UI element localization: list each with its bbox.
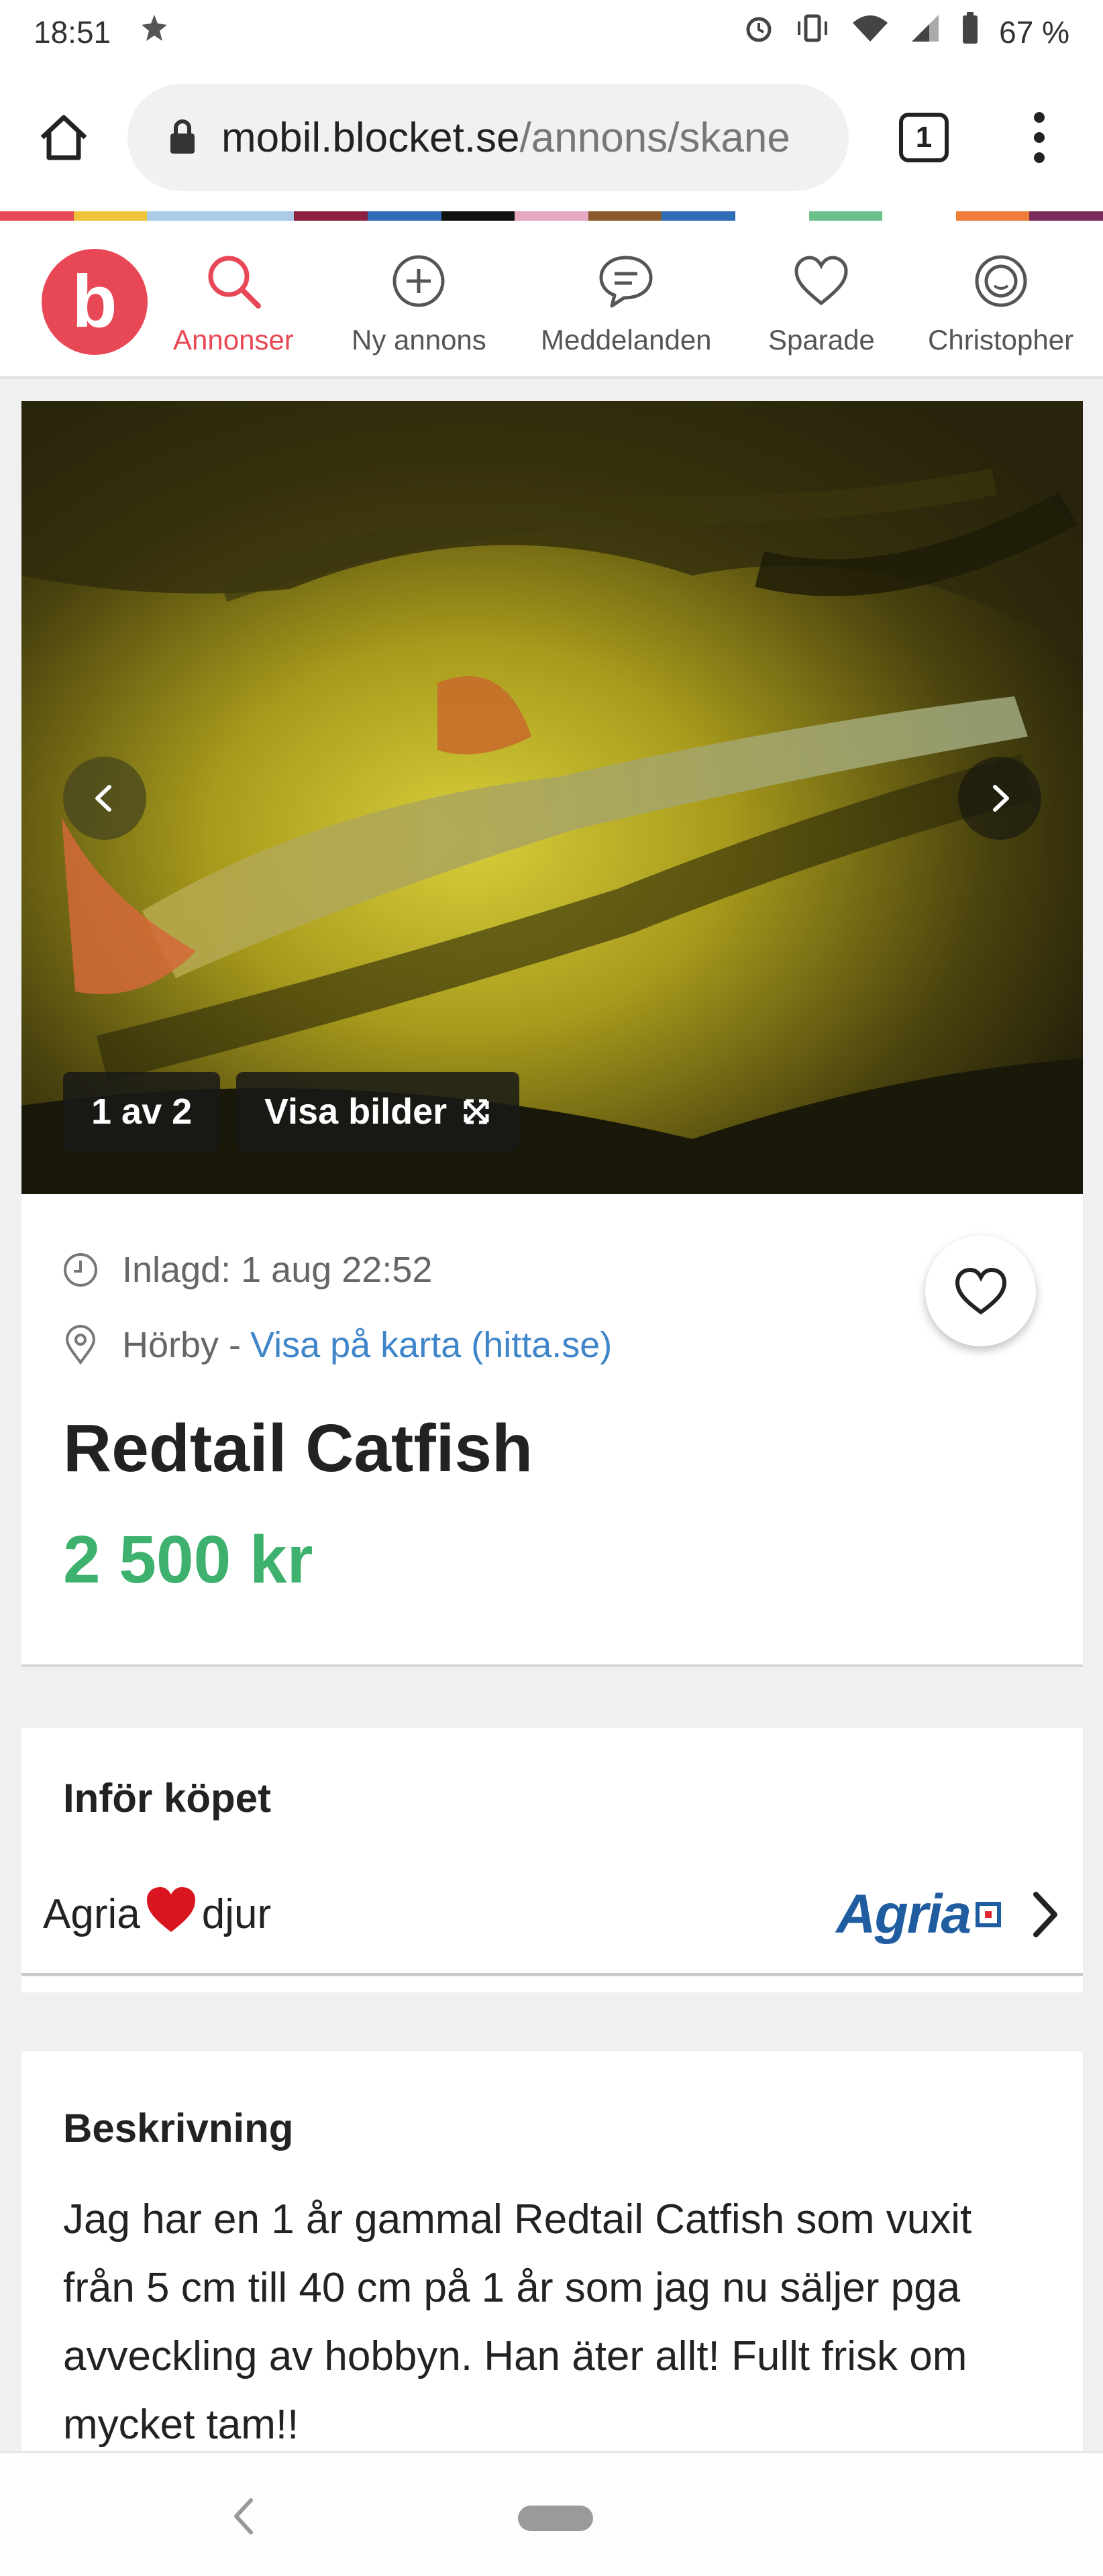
status-icons: 67 % (743, 11, 1069, 52)
map-link[interactable]: Visa på karta (hitta.se) (250, 1324, 612, 1366)
app-navigation: b Annonser Ny annons Meddelanden Sparade (0, 221, 1103, 379)
ad-title: Redtail Catfish (63, 1411, 533, 1486)
nav-item-profile[interactable]: Christopher (928, 248, 1073, 356)
vibrate-icon (794, 12, 831, 52)
browser-menu-button[interactable] (1029, 112, 1049, 163)
profile-icon (971, 248, 1031, 315)
posted-row: Inlagd: 1 aug 22:52 (62, 1249, 432, 1291)
alarm-icon (743, 12, 775, 52)
nav-item-sparade[interactable]: Sparade (768, 248, 875, 356)
stripe-segment (735, 211, 809, 221)
nav-label: Annonser (173, 324, 294, 356)
stripe-segment (955, 211, 1030, 221)
home-button[interactable] (34, 107, 94, 168)
show-images-button[interactable]: Visa bilder (236, 1072, 520, 1151)
agria-text: Agria djur (43, 1885, 271, 1943)
tab-switcher-button[interactable]: 1 (899, 113, 949, 162)
signal-icon (909, 12, 941, 52)
url-bar[interactable]: mobil.blocket.se/annons/skane (127, 84, 849, 191)
stripe-segment (515, 211, 588, 221)
chevron-right-icon (1028, 1889, 1061, 1940)
lock-icon (168, 119, 197, 156)
nav-label: Ny annons (352, 324, 486, 356)
browser-toolbar: mobil.blocket.se/annons/skane 1 (0, 64, 1103, 211)
agria-logo: Agria (836, 1883, 1001, 1946)
description-text: Jag har en 1 år gammal Redtail Catfish s… (63, 2196, 972, 2448)
plus-circle-icon (390, 248, 448, 315)
search-icon (203, 248, 264, 315)
system-navigation-bar (0, 2451, 1103, 2576)
gallery-prev-button[interactable] (63, 757, 146, 840)
image-counter: 1 av 2 (63, 1072, 221, 1151)
posted-date: Inlagd: 1 aug 22:52 (122, 1250, 433, 1290)
ad-price: 2 500 kr (63, 1522, 313, 1597)
stripe-segment (73, 211, 148, 221)
status-time: 18:51 (34, 14, 111, 50)
agria-insurance-row[interactable]: Agria djur Agria (21, 1856, 1083, 1976)
wifi-icon (850, 12, 890, 52)
location-pin-icon (62, 1325, 109, 1365)
nav-item-meddelanden[interactable]: Meddelanden (541, 248, 712, 356)
tab-count: 1 (915, 121, 933, 154)
expand-icon (462, 1097, 491, 1126)
ad-info-card: Inlagd: 1 aug 22:52 Hörby - Visa på kart… (21, 1194, 1083, 1667)
stripe-segment (147, 211, 221, 221)
heart-icon (791, 248, 851, 315)
before-purchase-title: Inför köpet (63, 1776, 271, 1821)
url-domain: mobil.blocket.se (221, 114, 520, 161)
heart-icon (955, 1267, 1006, 1315)
system-home-button[interactable] (518, 2506, 593, 2531)
description-title: Beskrivning (63, 2106, 294, 2151)
chevron-right-icon (993, 785, 1009, 812)
nav-item-ny-annons[interactable]: Ny annons (352, 248, 486, 356)
stripe-segment (294, 211, 368, 221)
stripe-segment (588, 211, 662, 221)
url-path: /annons/skane (519, 114, 790, 161)
stripe-segment (441, 211, 515, 221)
gallery-next-button[interactable] (958, 757, 1041, 840)
brand-color-stripe (0, 211, 1103, 221)
save-ad-button[interactable] (925, 1236, 1036, 1346)
stripe-segment (1029, 211, 1103, 221)
page: 18:51 67 % mobil.blocket.se /annons/skan… (0, 0, 1103, 2576)
battery-icon (960, 11, 980, 52)
nav-label: Christopher (928, 324, 1074, 356)
home-icon (40, 115, 87, 160)
app-notification-icon (138, 11, 171, 52)
chat-icon (596, 248, 656, 315)
stripe-segment (662, 211, 735, 221)
stripe-segment (808, 211, 883, 221)
status-bar: 18:51 67 % (0, 0, 1103, 64)
location-row: Hörby - Visa på karta (hitta.se) (62, 1324, 612, 1366)
before-purchase-card: Inför köpet Agria djur Agria (21, 1728, 1083, 1992)
image-gallery[interactable]: 1 av 2 Visa bilder (21, 401, 1083, 1194)
stripe-segment (220, 211, 295, 221)
nav-item-annonser[interactable]: Annonser (173, 248, 294, 356)
battery-percent: 67 % (999, 14, 1069, 50)
location-text: Hörby - (122, 1325, 242, 1365)
blocket-logo[interactable]: b (42, 249, 148, 355)
stripe-segment (882, 211, 956, 221)
chevron-left-icon (95, 785, 111, 812)
description-card: Beskrivning Jag har en 1 år gammal Redta… (21, 2051, 1083, 2454)
system-back-button[interactable] (228, 2495, 259, 2541)
back-icon (234, 2498, 253, 2534)
clock-icon (62, 1251, 109, 1289)
stripe-segment (367, 211, 441, 221)
nav-label: Meddelanden (541, 324, 712, 356)
red-heart-icon (144, 1885, 198, 1943)
stripe-segment (0, 211, 74, 221)
nav-label: Sparade (768, 324, 875, 356)
